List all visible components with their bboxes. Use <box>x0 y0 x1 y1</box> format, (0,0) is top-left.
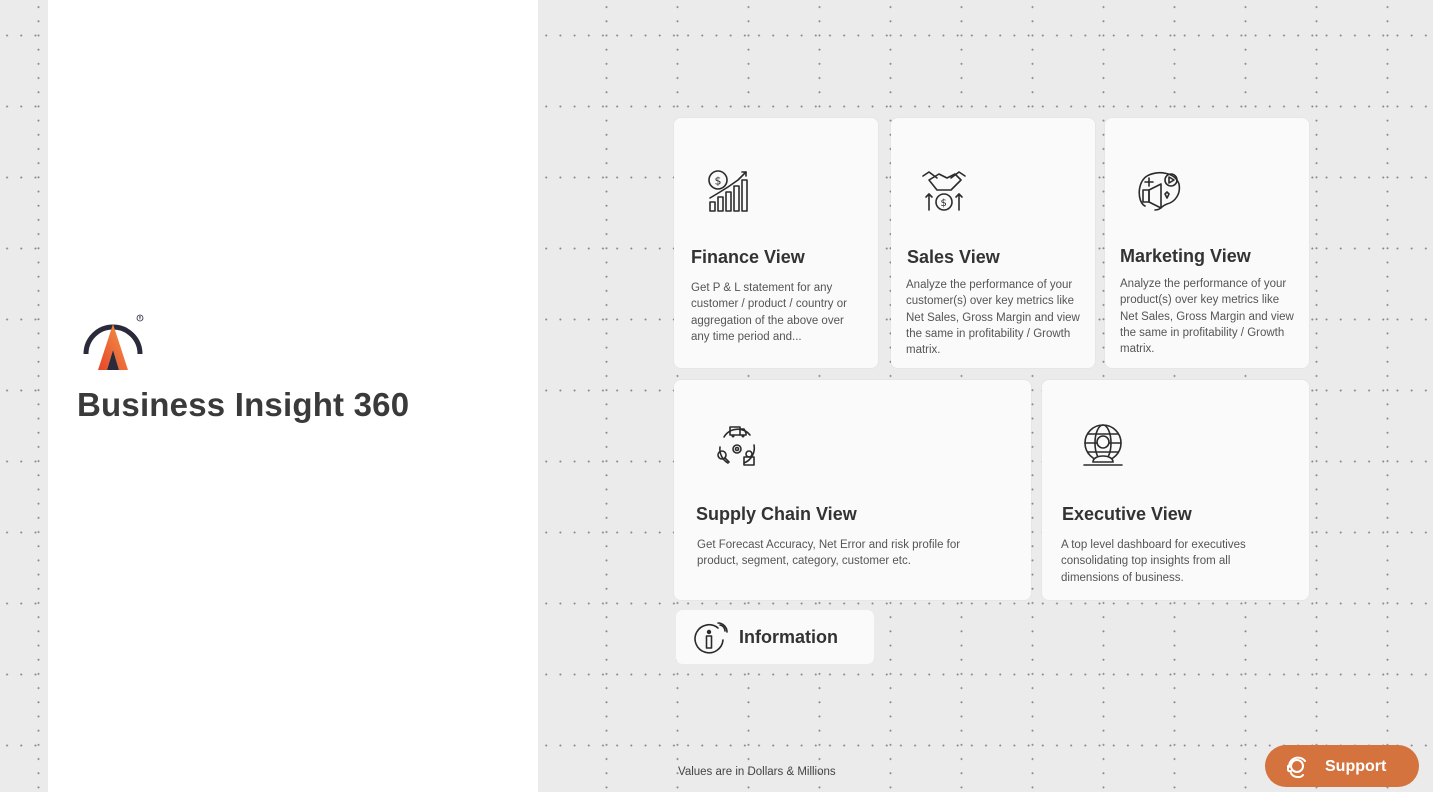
card-title: Supply Chain View <box>696 504 857 524</box>
svg-text:R: R <box>139 316 142 321</box>
company-logo: R <box>83 314 144 370</box>
info-icon <box>694 622 728 654</box>
support-button[interactable]: Support <box>1265 745 1419 787</box>
finance-chart-icon: $ <box>708 170 748 212</box>
card-description: Analyze the performance of your customer… <box>906 279 1080 357</box>
card-description: A top level dashboard for executives con… <box>1061 539 1246 584</box>
footnote: Values are in Dollars & Millions <box>678 766 836 778</box>
svg-text:$: $ <box>941 198 947 209</box>
information-button[interactable]: Information <box>676 610 874 664</box>
card-title: Sales View <box>907 247 1000 267</box>
supply-chain-icon <box>717 426 756 466</box>
sales-view-card[interactable]: $ Sales View Analyze the performance of … <box>891 118 1095 368</box>
card-description: Get Forecast Accuracy, Net Error and ris… <box>697 539 961 568</box>
finance-view-card[interactable]: $ Finance View Get P & L statement for a… <box>674 118 878 368</box>
card-description: Get P & L statement for any customer / p… <box>691 282 847 343</box>
handshake-dollar-icon: $ <box>922 171 966 211</box>
executive-view-card[interactable]: Executive View A top level dashboard for… <box>1042 380 1309 600</box>
executive-globe-icon <box>1083 424 1123 466</box>
card-title: Marketing View <box>1120 246 1251 266</box>
supply-chain-view-card[interactable]: Supply Chain View Get Forecast Accuracy,… <box>674 380 1031 600</box>
support-label: Support <box>1325 758 1387 775</box>
card-title: Executive View <box>1062 504 1192 524</box>
marketing-view-card[interactable]: Marketing View Analyze the performance o… <box>1105 118 1309 368</box>
card-title: Finance View <box>691 247 805 267</box>
headset-icon <box>1287 756 1306 779</box>
svg-text:$: $ <box>715 175 722 188</box>
marketing-megaphone-icon <box>1138 171 1181 211</box>
app-title: Business Insight 360 <box>77 386 410 423</box>
information-label: Information <box>739 627 838 647</box>
card-description: Analyze the performance of your product(… <box>1120 278 1294 356</box>
